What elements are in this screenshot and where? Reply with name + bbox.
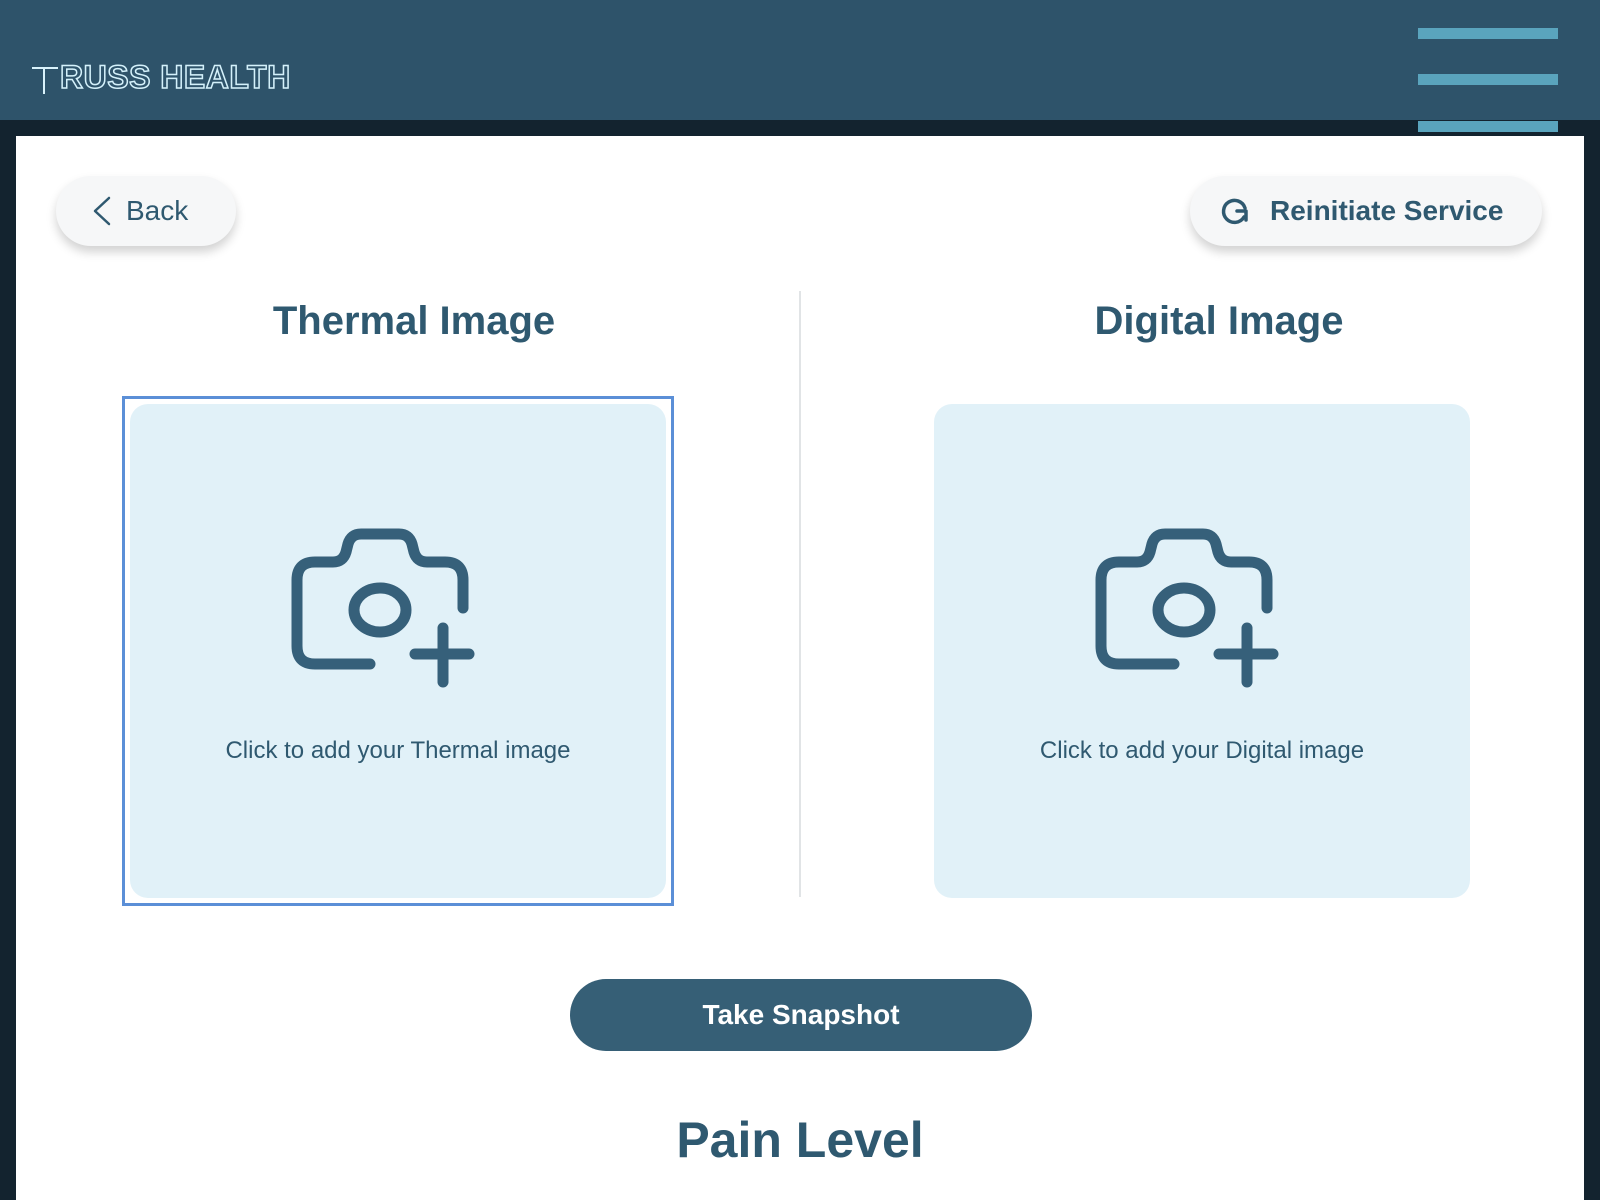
- camera-add-icon: [291, 528, 475, 688]
- digital-image-upload[interactable]: Click to add your Digital image: [934, 404, 1470, 898]
- take-snapshot-button[interactable]: Take Snapshot: [570, 979, 1032, 1051]
- app-header: RUSS HEALTH: [0, 0, 1600, 132]
- reinitiate-service-button[interactable]: Reinitiate Service: [1190, 176, 1542, 246]
- refresh-icon: [1221, 198, 1248, 225]
- camera-add-icon: [1095, 528, 1279, 688]
- back-button-label: Back: [126, 195, 189, 226]
- menu-bar: [1418, 28, 1558, 39]
- thermal-image-upload[interactable]: Click to add your Thermal image: [130, 404, 666, 898]
- digital-image-title: Digital Image: [1094, 299, 1344, 343]
- logo-text: RUSS HEALTH: [59, 59, 291, 95]
- hamburger-menu-icon[interactable]: [1418, 28, 1558, 132]
- menu-bar: [1418, 74, 1558, 85]
- chevron-left-icon: [93, 196, 111, 226]
- digital-upload-prompt: Click to add your Digital image: [1039, 737, 1365, 764]
- logo-t-mark: [32, 61, 58, 94]
- pain-level-title: Pain Level: [676, 1112, 924, 1168]
- truss-health-logo[interactable]: RUSS HEALTH: [32, 59, 291, 95]
- main-panel: Back Reinitiate Service Thermal Image Di…: [16, 136, 1584, 1200]
- column-divider: [799, 291, 801, 897]
- thermal-upload-prompt: Click to add your Thermal image: [225, 737, 571, 764]
- thermal-image-title: Thermal Image: [272, 299, 556, 343]
- menu-bar: [1418, 121, 1558, 132]
- reinitiate-service-label: Reinitiate Service: [1270, 195, 1504, 226]
- back-button[interactable]: Back: [56, 176, 236, 246]
